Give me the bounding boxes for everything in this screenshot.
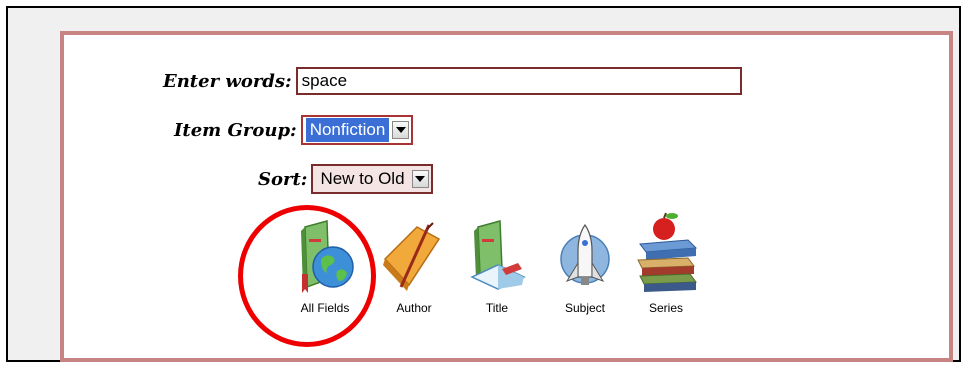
series-label: Series xyxy=(648,301,683,315)
subject-button[interactable]: Subject xyxy=(545,219,625,315)
title-button[interactable]: Title xyxy=(459,219,535,315)
sort-selected-value: New to Old xyxy=(320,169,405,188)
sort-row: Sort: New to Old xyxy=(258,164,433,194)
book-quill-icon xyxy=(383,222,441,291)
item-group-selected-value: Nonfiction xyxy=(305,118,390,142)
book-globe-icon xyxy=(301,220,354,293)
all-fields-label: All Fields xyxy=(300,301,350,315)
sort-select[interactable]: New to Old xyxy=(311,164,433,194)
enter-words-input[interactable] xyxy=(295,67,742,95)
sort-label: Sort: xyxy=(258,168,308,190)
title-label: Title xyxy=(485,301,509,315)
enter-words-label: Enter words: xyxy=(163,70,292,92)
item-group-label: Item Group: xyxy=(174,119,297,141)
enter-words-row: Enter words: xyxy=(163,67,742,95)
subject-label: Subject xyxy=(564,301,606,315)
author-button[interactable]: Author xyxy=(376,219,452,315)
open-book-icon xyxy=(470,220,526,290)
author-label: Author xyxy=(396,301,432,315)
all-fields-button[interactable]: All Fields xyxy=(285,219,365,315)
item-group-select[interactable]: Nonfiction xyxy=(300,115,414,145)
dropdown-arrow-icon[interactable] xyxy=(411,170,429,188)
book-stack-apple-icon xyxy=(637,212,698,292)
dropdown-arrow-icon[interactable] xyxy=(392,121,410,139)
item-group-row: Item Group: Nonfiction xyxy=(174,115,414,145)
space-shuttle-icon xyxy=(560,223,610,285)
series-button[interactable]: Series xyxy=(628,212,704,315)
